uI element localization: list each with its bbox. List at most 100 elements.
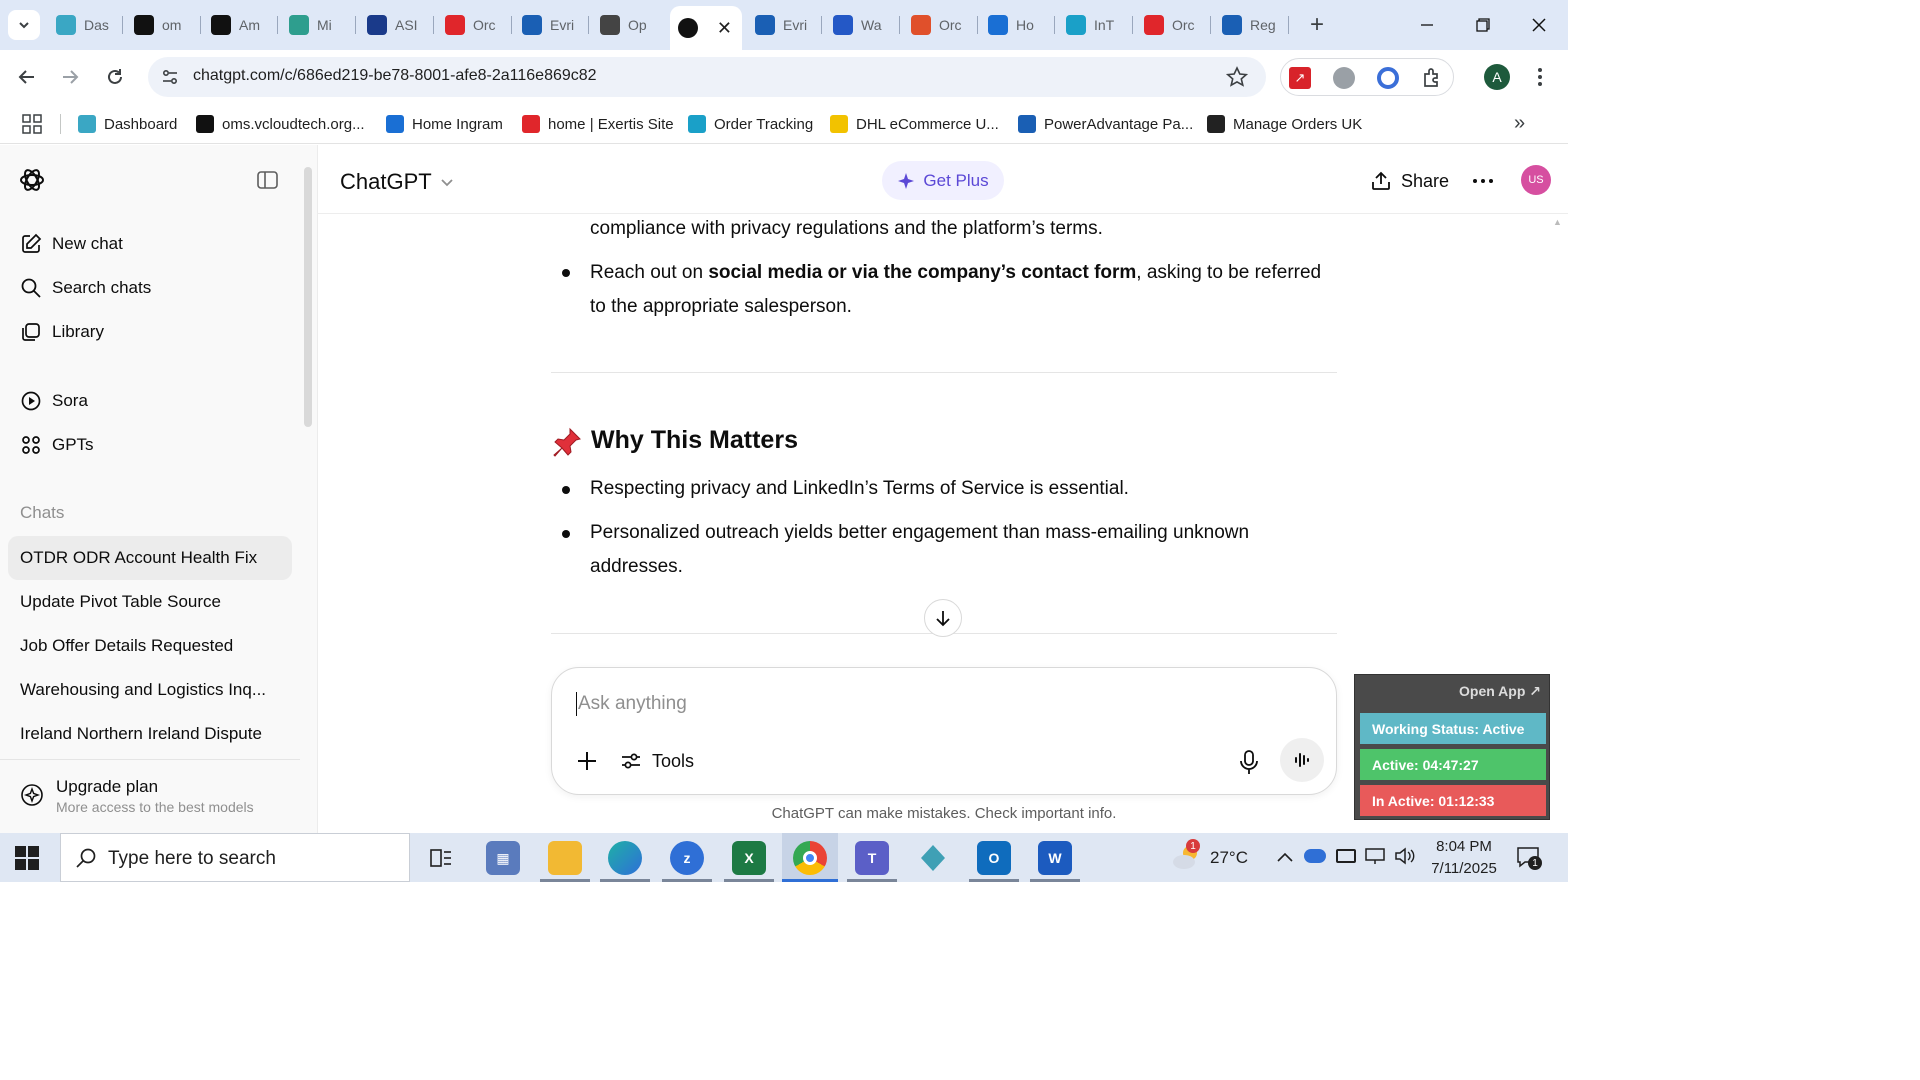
calculator-icon[interactable]: ▦ (486, 841, 520, 875)
clock-time[interactable]: 8:04 PM (1424, 838, 1504, 855)
minimize-button[interactable] (1414, 12, 1440, 38)
word-icon[interactable]: W (1038, 841, 1072, 875)
bookmark-item[interactable]: home | Exertis Site (522, 112, 674, 136)
user-avatar[interactable]: US (1521, 165, 1551, 195)
tab-search-dropdown[interactable] (8, 10, 40, 40)
tab-separator (588, 16, 589, 34)
app-diamond-icon[interactable] (916, 841, 950, 875)
sora-button[interactable]: Sora (20, 390, 88, 412)
bookmark-star-icon[interactable] (1225, 66, 1249, 88)
prompt-input[interactable]: Ask anything (578, 693, 1298, 719)
more-options-icon[interactable] (1472, 171, 1494, 191)
more-bookmarks-icon[interactable]: » (1514, 112, 1534, 136)
weather-icon[interactable]: 1 (1172, 839, 1202, 871)
bookmark-item[interactable]: PowerAdvantage Pa... (1018, 112, 1193, 136)
close-window-button[interactable] (1526, 12, 1552, 38)
file-explorer-icon[interactable] (548, 841, 582, 875)
browser-tab[interactable]: Evri (747, 8, 813, 42)
toggle-sidebar-button[interactable] (256, 169, 280, 191)
browser-tab[interactable]: Op (592, 8, 658, 42)
gpts-button[interactable]: GPTs (20, 434, 94, 456)
bookmark-item[interactable]: Order Tracking (688, 112, 813, 136)
chat-history-item[interactable]: Warehousing and Logistics Inq... (8, 668, 292, 712)
chat-history-item[interactable]: Ireland Northern Ireland Dispute (8, 712, 292, 756)
browser-tab[interactable]: Mi (281, 8, 347, 42)
voice-dictation-button[interactable] (1236, 748, 1262, 776)
start-button[interactable] (14, 845, 40, 871)
chrome-icon[interactable] (793, 841, 827, 875)
browser-tab[interactable]: ✕ (670, 6, 742, 50)
clock-date[interactable]: 7/11/2025 (1420, 860, 1508, 877)
globe-extension-icon[interactable] (1333, 67, 1355, 89)
edge-browser-icon[interactable] (608, 841, 642, 875)
browser-tab[interactable]: Wa (825, 8, 891, 42)
battery-icon[interactable] (1336, 849, 1356, 863)
profile-avatar[interactable]: A (1484, 64, 1510, 90)
task-view-icon[interactable] (424, 841, 458, 875)
bookmark-item[interactable]: DHL eCommerce U... (830, 112, 999, 136)
browser-menu-icon[interactable] (1530, 64, 1550, 90)
browser-tab[interactable]: Orc (903, 8, 969, 42)
teams-icon[interactable]: T (855, 841, 889, 875)
sidebar-scrollbar[interactable] (304, 167, 312, 427)
taskbar-search-box[interactable]: Type here to search (60, 833, 410, 882)
bookmark-item[interactable]: oms.vcloudtech.org... (196, 112, 365, 136)
bookmark-label: DHL eCommerce U... (856, 115, 999, 133)
outlook-icon[interactable]: O (977, 841, 1011, 875)
voice-mode-button[interactable] (1280, 738, 1324, 782)
chat-history-item[interactable]: OTDR ODR Account Health Fix (8, 536, 292, 580)
reload-button[interactable] (100, 62, 130, 92)
library-button[interactable]: Library (20, 321, 104, 343)
zoho-cliq-icon[interactable]: z (670, 841, 704, 875)
support-extension-icon[interactable] (1377, 67, 1399, 89)
browser-tab[interactable]: Evri (514, 8, 580, 42)
onedrive-cloud-icon[interactable] (1304, 849, 1326, 863)
bookmark-item[interactable]: Home Ingram (386, 112, 503, 136)
new-chat-label: New chat (52, 234, 123, 253)
browser-tab[interactable]: Orc (437, 8, 503, 42)
browser-tab[interactable]: Am (203, 8, 269, 42)
bullet-text-pre: Reach out on (590, 262, 709, 283)
open-app-link[interactable]: Open App ↗ (1459, 683, 1541, 700)
back-button[interactable] (12, 62, 42, 92)
puzzle-extensions-icon[interactable] (1421, 66, 1445, 90)
bullet-dot (562, 530, 570, 538)
browser-tab[interactable]: Orc (1136, 8, 1202, 42)
scroll-to-bottom-button[interactable] (924, 599, 962, 637)
pdf-extension-icon[interactable]: ↗ (1289, 67, 1311, 89)
bookmark-item[interactable]: Dashboard (78, 112, 177, 136)
chat-history-item[interactable]: Update Pivot Table Source (8, 580, 292, 624)
close-tab-icon[interactable]: ✕ (717, 18, 732, 39)
active-time-badge: Active: 04:47:27 (1360, 749, 1546, 780)
browser-tab[interactable]: Reg (1214, 8, 1280, 42)
browser-tab[interactable]: Ho (980, 8, 1046, 42)
upgrade-plan-button[interactable]: Upgrade plan More access to the best mod… (20, 773, 290, 821)
restore-button[interactable] (1470, 12, 1496, 38)
apps-grid-icon[interactable] (22, 114, 42, 134)
share-button[interactable]: Share (1370, 167, 1449, 195)
new-chat-button[interactable]: New chat (20, 233, 123, 255)
openai-logo-icon[interactable] (18, 166, 46, 194)
model-selector[interactable]: ChatGPT (340, 167, 454, 197)
excel-icon[interactable]: X (732, 841, 766, 875)
browser-tab[interactable]: ASI (359, 8, 425, 42)
tray-chevron-up-icon[interactable] (1276, 849, 1294, 865)
site-info-icon[interactable] (160, 67, 180, 87)
search-chats-button[interactable]: Search chats (20, 277, 151, 299)
get-plus-button[interactable]: Get Plus (882, 161, 1004, 200)
speaker-icon[interactable] (1394, 847, 1416, 865)
browser-tab[interactable]: om (126, 8, 192, 42)
address-bar[interactable]: chatgpt.com/c/686ed219-be78-8001-afe8-2a… (148, 57, 1266, 97)
notification-center-icon[interactable]: 1 (1516, 846, 1542, 870)
bookmark-item[interactable]: Manage Orders UK (1207, 112, 1362, 136)
network-icon[interactable] (1364, 847, 1386, 865)
forward-button[interactable] (55, 62, 85, 92)
tools-button[interactable]: Tools (620, 748, 694, 774)
new-tab-button[interactable]: + (1304, 11, 1330, 38)
add-attachment-button[interactable] (574, 748, 600, 774)
browser-tab[interactable]: InT (1058, 8, 1124, 42)
browser-tab[interactable]: Das (48, 8, 114, 42)
chat-history-item[interactable]: Job Offer Details Requested (8, 624, 292, 668)
main-scrollbar-up-arrow[interactable]: ▲ (1553, 217, 1563, 227)
tab-title: Wa (861, 17, 882, 33)
